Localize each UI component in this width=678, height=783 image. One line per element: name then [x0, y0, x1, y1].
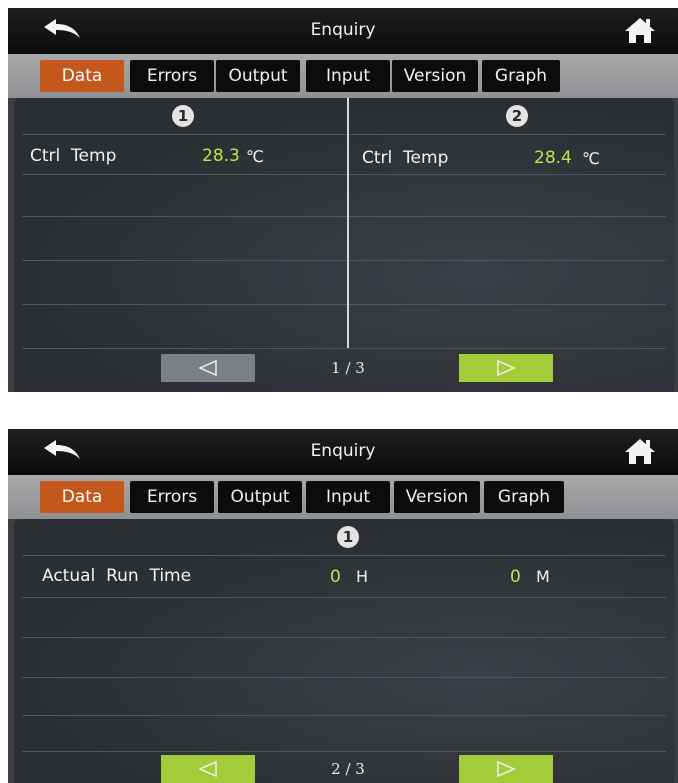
row-divider	[22, 555, 666, 556]
column-divider	[347, 98, 349, 348]
row-divider	[22, 304, 666, 305]
data-panel: 1 Actual Run Time 0 H 0 M 2 / 3	[14, 519, 674, 783]
row-divider	[22, 174, 666, 175]
tab-bar: Data Errors Output Input Version Graph	[8, 54, 678, 98]
run-time-hours-unit: H	[356, 567, 369, 586]
row-divider	[22, 637, 666, 638]
ctrl-temp-value-2: 28.4	[534, 148, 572, 168]
ctrl-temp-unit-1: ℃	[246, 147, 264, 166]
prev-page-button[interactable]	[161, 755, 255, 783]
row-divider	[22, 134, 666, 135]
ctrl-temp-unit-2: ℃	[582, 149, 600, 168]
tab-input[interactable]: Input	[306, 481, 390, 513]
ctrl-temp-label-1: Ctrl Temp	[30, 146, 117, 166]
page-title: Enquiry	[310, 20, 376, 40]
run-time-hours-value: 0	[330, 567, 341, 587]
tab-input[interactable]: Input	[306, 60, 390, 92]
ctrl-temp-label-2: Ctrl Temp	[362, 148, 449, 168]
title-bar: Enquiry	[8, 429, 678, 475]
row-divider	[22, 260, 666, 261]
tab-output[interactable]: Output	[216, 60, 300, 92]
row-divider	[22, 348, 666, 349]
row-divider	[22, 677, 666, 678]
home-icon	[625, 439, 655, 464]
row-divider	[22, 715, 666, 716]
next-page-button[interactable]	[459, 755, 553, 783]
tab-data[interactable]: Data	[40, 60, 124, 92]
unit-2-badge: 2	[506, 105, 528, 127]
run-time-minutes-unit: M	[536, 567, 550, 586]
row-divider	[22, 597, 666, 598]
enquiry-screen-page-2: Enquiry Data Errors Output Input Version…	[8, 429, 678, 783]
home-icon	[625, 18, 655, 43]
triangle-left-icon	[198, 761, 217, 777]
next-page-button[interactable]	[459, 354, 553, 382]
tab-data[interactable]: Data	[40, 481, 124, 513]
enquiry-screen-page-1: Enquiry Data Errors Output Input Version…	[8, 8, 678, 392]
tab-output[interactable]: Output	[218, 481, 302, 513]
tab-graph[interactable]: Graph	[482, 60, 560, 92]
ctrl-temp-value-1: 28.3	[202, 146, 240, 166]
home-button[interactable]	[624, 437, 656, 465]
run-time-minutes-value: 0	[510, 567, 521, 587]
tab-bar: Data Errors Output Input Version Graph	[8, 475, 678, 519]
tab-errors[interactable]: Errors	[130, 60, 214, 92]
page-indicator: 2 / 3	[331, 760, 365, 778]
data-panel: 1 2 Ctrl Temp 28.3 ℃ Ctrl Temp 28.4 ℃ 1 …	[14, 98, 674, 392]
page-indicator: 1 / 3	[331, 359, 365, 377]
triangle-left-icon	[198, 360, 217, 376]
triangle-right-icon	[497, 761, 516, 777]
home-button[interactable]	[624, 16, 656, 44]
tab-graph[interactable]: Graph	[484, 481, 564, 513]
unit-1-badge: 1	[337, 526, 359, 548]
tab-version[interactable]: Version	[394, 481, 480, 513]
triangle-right-icon	[497, 360, 516, 376]
row-divider	[22, 751, 666, 752]
prev-page-button[interactable]	[161, 354, 255, 382]
page-title: Enquiry	[310, 441, 376, 461]
row-divider	[22, 216, 666, 217]
tab-version[interactable]: Version	[392, 60, 478, 92]
actual-run-time-label: Actual Run Time	[42, 566, 192, 586]
tab-errors[interactable]: Errors	[130, 481, 214, 513]
unit-1-badge: 1	[172, 105, 194, 127]
title-bar: Enquiry	[8, 8, 678, 54]
